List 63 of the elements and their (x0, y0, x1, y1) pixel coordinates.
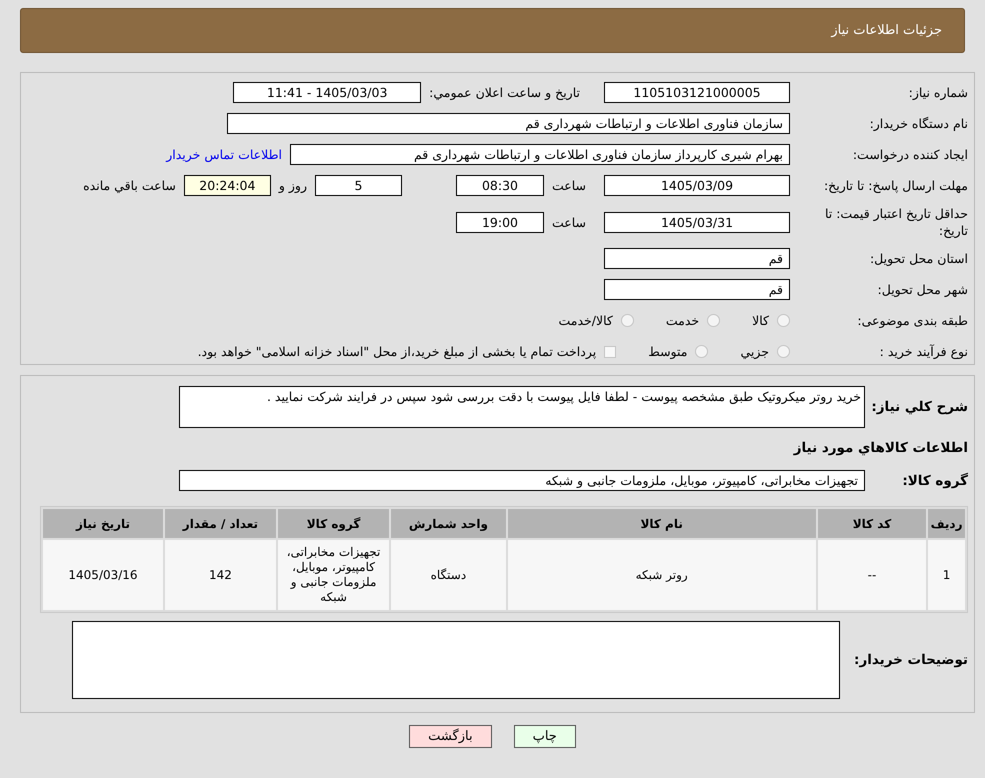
field-label: شماره نياز: (908, 84, 968, 101)
field-label: طبقه بندی موضوعی: (856, 312, 968, 329)
field-label: تاريخ و ساعت اعلان عمومي: (429, 85, 580, 100)
field-label: شرح کلي نياز: (873, 399, 968, 415)
option-label: خدمت (666, 313, 700, 328)
field-label: گروه کالا: (901, 472, 968, 488)
remaining-time-field[interactable]: 20:24:04 (184, 175, 271, 196)
table-cell: تجهيزات مخابراتی، کامپيوتر، موبايل، ملزومات جانبی و شبکه (278, 540, 390, 610)
option-label: کالا/خدمت (558, 313, 613, 328)
field-label: ايجاد کننده درخواست: (852, 146, 968, 163)
option-label: متوسط (648, 344, 688, 359)
days-field[interactable]: 5 (314, 175, 402, 196)
time-field[interactable]: 19:00 (456, 212, 544, 232)
radio-button[interactable] (695, 345, 708, 358)
city-field[interactable]: قم (604, 279, 790, 300)
table-cell: -- (818, 540, 926, 610)
column-header: واحد شمارش (391, 509, 506, 538)
section-heading: اطلاعات کالاهاي مورد نياز (794, 440, 968, 456)
field-label: روز و (278, 178, 307, 193)
option-label: کالا (752, 313, 769, 328)
field-label: شهر محل تحويل: (876, 281, 968, 298)
description-field[interactable]: خريد روتر ميکروتيک طبق مشخصه پيوست - لطفا فايل پيوست با دقت بررسی شود سپس در فرايند شرکت نماييد . (179, 386, 865, 428)
province-field[interactable]: قم (604, 248, 790, 269)
column-header: نام کالا (508, 509, 816, 538)
option-label: جزيي (740, 344, 769, 359)
option-label: پرداخت تمام يا بخشی از مبلغ خريد،از محل "اسناد خزانه اسلامی" خواهد بود. (198, 344, 596, 359)
need-number-field[interactable]: 1105103121000005 (604, 82, 790, 103)
radio-button[interactable] (707, 314, 720, 327)
notes-field[interactable] (72, 621, 840, 699)
requester-field[interactable]: بهرام شیری کارپرداز سازمان فناوری اطلاعات و ارتباطات شهرداری قم (290, 144, 790, 165)
field-label: نوع فرآيند خريد : (878, 343, 968, 360)
field-label: مهلت ارسال پاسخ: تا تاریخ: (822, 177, 968, 194)
column-header: تعداد / مقدار (165, 509, 276, 538)
print-button[interactable]: چاپ (514, 725, 576, 748)
field-label: ساعت باقي مانده (83, 178, 176, 193)
date-field[interactable]: 1405/03/31 (604, 212, 790, 232)
page-title: جزئيات اطلاعات نياز (831, 23, 942, 38)
field-label: نام دستگاه خريدار: (868, 115, 968, 132)
column-header: کد کالا (818, 509, 926, 538)
table-cell: دستگاه (391, 540, 506, 610)
field-label: حداقل تاريخ اعتبار قيمت: تا تاريخ: (824, 205, 968, 239)
announce-date-field[interactable]: 1405/03/03 - 11:41 (233, 82, 422, 103)
table-cell: 142 (165, 540, 276, 610)
field-label: توضيحات خريدار: (853, 652, 968, 668)
field-label: استان محل تحويل: (868, 250, 968, 267)
table-cell: 1405/03/16 (43, 540, 163, 610)
table-cell: 1 (928, 540, 965, 610)
column-header: رديف (928, 509, 965, 538)
column-header: گروه کالا (278, 509, 390, 538)
radio-button[interactable] (777, 314, 790, 327)
buyer-org-field[interactable]: سازمان فناوری اطلاعات و ارتباطات شهرداری قم (227, 113, 790, 134)
checkbox[interactable] (604, 346, 616, 358)
table-cell: روتر شبکه (508, 540, 816, 610)
radio-button[interactable] (777, 345, 790, 358)
back-button[interactable]: بازگشت (409, 725, 492, 748)
field-label: ساعت (552, 178, 586, 193)
contact-link[interactable]: اطلاعات تماس خريدار (166, 147, 282, 162)
date-field[interactable]: 1405/03/09 (604, 175, 790, 196)
goods-group-field[interactable]: تجهيزات مخابراتی، کامپيوتر، موبايل، ملزومات جانبی و شبکه (179, 470, 865, 491)
field-label: ساعت (552, 214, 586, 230)
radio-button[interactable] (620, 314, 634, 327)
column-header: تاريخ نياز (43, 509, 163, 538)
time-field[interactable]: 08:30 (456, 175, 544, 196)
